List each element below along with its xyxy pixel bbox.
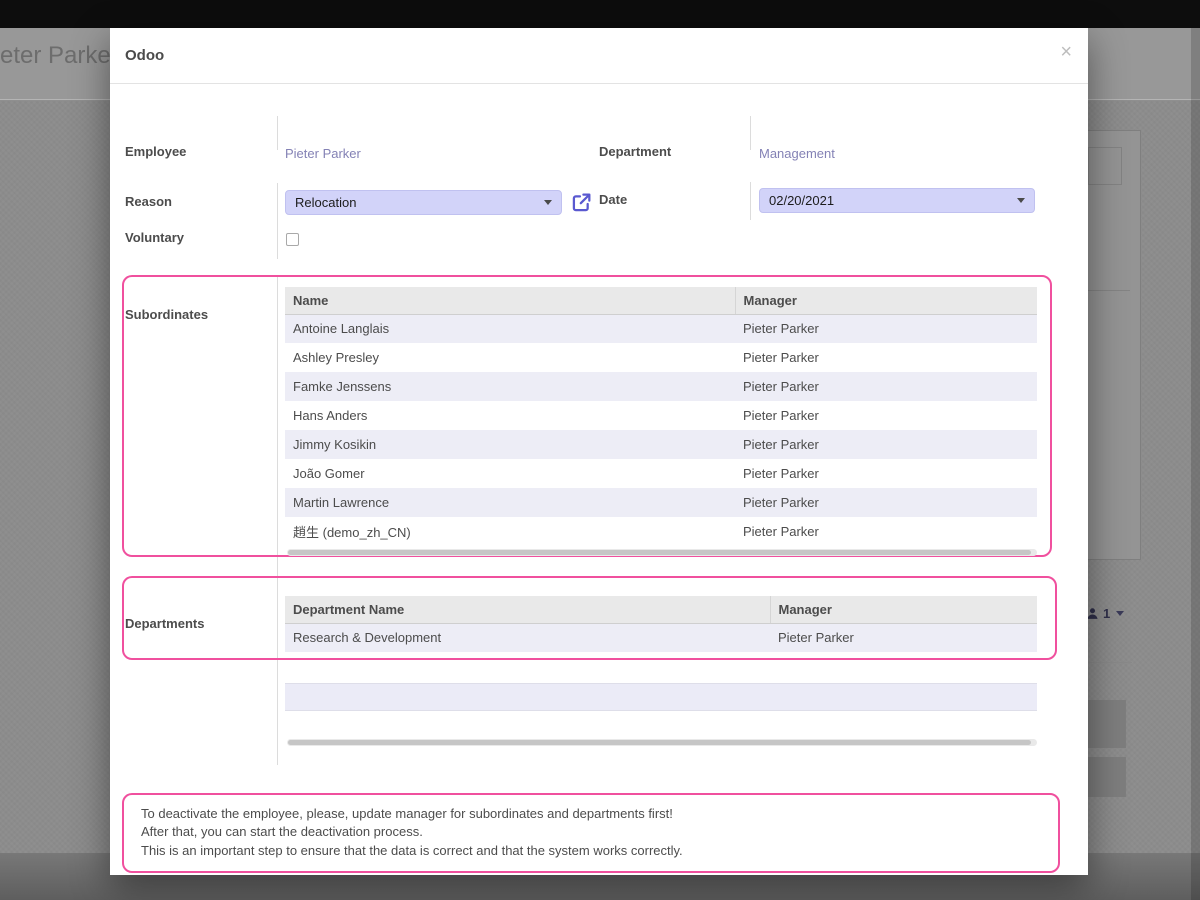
reason-label: Reason bbox=[125, 194, 172, 209]
column-header-manager[interactable]: Manager bbox=[770, 596, 1037, 623]
department-value[interactable]: Management bbox=[759, 146, 835, 161]
scrollbar-thumb[interactable] bbox=[288, 740, 1031, 745]
subordinates-label: Subordinates bbox=[125, 307, 208, 322]
date-select[interactable]: 02/20/2021 bbox=[759, 188, 1035, 213]
departments-label: Departments bbox=[125, 616, 204, 631]
background-topbar bbox=[0, 0, 1200, 28]
external-link-icon[interactable] bbox=[572, 193, 591, 212]
background-divider bbox=[1088, 290, 1130, 291]
departments-header-row: Department Name Manager bbox=[285, 596, 1037, 623]
date-label: Date bbox=[599, 192, 627, 207]
field-separator bbox=[277, 116, 278, 150]
departments-table: Department Name Manager Research & Devel… bbox=[285, 596, 1037, 652]
table-row[interactable]: Research & DevelopmentPieter Parker bbox=[285, 623, 1037, 652]
subordinates-table: Name Manager Antoine LanglaisPieter Park… bbox=[285, 287, 1037, 546]
table-row[interactable]: Antoine LanglaisPieter Parker bbox=[285, 314, 1037, 343]
subordinate-name: Hans Anders bbox=[285, 401, 735, 430]
close-icon[interactable]: × bbox=[1060, 42, 1072, 62]
warning-line-2: After that, you can start the deactivati… bbox=[141, 823, 683, 841]
subordinate-name: Martin Lawrence bbox=[285, 488, 735, 517]
subordinate-name: Jimmy Kosikin bbox=[285, 430, 735, 459]
warning-text: To deactivate the employee, please, upda… bbox=[141, 805, 683, 860]
column-header-name[interactable]: Name bbox=[285, 287, 735, 314]
subordinate-manager: Pieter Parker bbox=[735, 488, 1037, 517]
background-message-block bbox=[1082, 700, 1126, 748]
horizontal-scrollbar[interactable] bbox=[287, 549, 1037, 556]
subordinate-name: Antoine Langlais bbox=[285, 314, 735, 343]
table-row[interactable]: Ashley PresleyPieter Parker bbox=[285, 343, 1037, 372]
subordinate-manager: Pieter Parker bbox=[735, 517, 1037, 546]
field-separator bbox=[277, 183, 278, 259]
subordinate-manager: Pieter Parker bbox=[735, 401, 1037, 430]
subordinate-manager: Pieter Parker bbox=[735, 459, 1037, 488]
table-row[interactable]: Jimmy KosikinPieter Parker bbox=[285, 430, 1037, 459]
employee-label: Employee bbox=[125, 144, 186, 159]
warning-highlight-box: To deactivate the employee, please, upda… bbox=[122, 793, 1060, 873]
field-separator bbox=[750, 116, 751, 150]
reason-selected-option: Relocation bbox=[295, 195, 356, 210]
empty-table-row bbox=[285, 683, 1037, 711]
scrollbar-thumb[interactable] bbox=[288, 550, 1031, 555]
background-followers-chip: 1 bbox=[1086, 606, 1124, 621]
chevron-down-icon bbox=[544, 200, 552, 205]
background-search-box bbox=[1088, 147, 1122, 185]
department-name: Research & Development bbox=[285, 623, 770, 652]
subordinate-manager: Pieter Parker bbox=[735, 343, 1037, 372]
background-scrollbar-area bbox=[1191, 28, 1200, 900]
column-header-manager[interactable]: Manager bbox=[735, 287, 1037, 314]
warning-line-3: This is an important step to ensure that… bbox=[141, 842, 683, 860]
date-selected-option: 02/20/2021 bbox=[769, 193, 834, 208]
subordinate-manager: Pieter Parker bbox=[735, 430, 1037, 459]
employee-value[interactable]: Pieter Parker bbox=[285, 146, 361, 161]
chevron-down-icon bbox=[1017, 198, 1025, 203]
background-page-title: eter Parker bbox=[0, 42, 119, 70]
followers-count: 1 bbox=[1103, 606, 1110, 621]
subordinate-name: Ashley Presley bbox=[285, 343, 735, 372]
table-row[interactable]: Hans AndersPieter Parker bbox=[285, 401, 1037, 430]
dialog-title: Odoo bbox=[125, 47, 164, 64]
reason-select[interactable]: Relocation bbox=[285, 190, 562, 215]
chevron-down-icon bbox=[1116, 611, 1124, 616]
background-divider bbox=[1086, 662, 1132, 663]
department-label: Department bbox=[599, 144, 671, 159]
odoo-dialog: Odoo × Employee Pieter Parker Department… bbox=[110, 28, 1088, 875]
department-manager: Pieter Parker bbox=[770, 623, 1037, 652]
voluntary-label: Voluntary bbox=[125, 230, 184, 245]
horizontal-scrollbar[interactable] bbox=[287, 739, 1037, 746]
subordinate-name: João Gomer bbox=[285, 459, 735, 488]
subordinate-name: Famke Jenssens bbox=[285, 372, 735, 401]
warning-line-1: To deactivate the employee, please, upda… bbox=[141, 805, 683, 823]
field-separator bbox=[750, 182, 751, 220]
table-row[interactable]: João GomerPieter Parker bbox=[285, 459, 1037, 488]
subordinate-manager: Pieter Parker bbox=[735, 314, 1037, 343]
table-row[interactable]: Famke JenssensPieter Parker bbox=[285, 372, 1037, 401]
subordinates-header-row: Name Manager bbox=[285, 287, 1037, 314]
table-row[interactable]: 趙生 (demo_zh_CN)Pieter Parker bbox=[285, 517, 1037, 546]
subordinate-name: 趙生 (demo_zh_CN) bbox=[285, 517, 735, 546]
dialog-header: Odoo × bbox=[110, 28, 1088, 84]
voluntary-checkbox[interactable] bbox=[286, 233, 299, 246]
subordinate-manager: Pieter Parker bbox=[735, 372, 1037, 401]
column-header-department-name[interactable]: Department Name bbox=[285, 596, 770, 623]
background-message-block bbox=[1082, 757, 1126, 797]
table-row[interactable]: Martin LawrencePieter Parker bbox=[285, 488, 1037, 517]
